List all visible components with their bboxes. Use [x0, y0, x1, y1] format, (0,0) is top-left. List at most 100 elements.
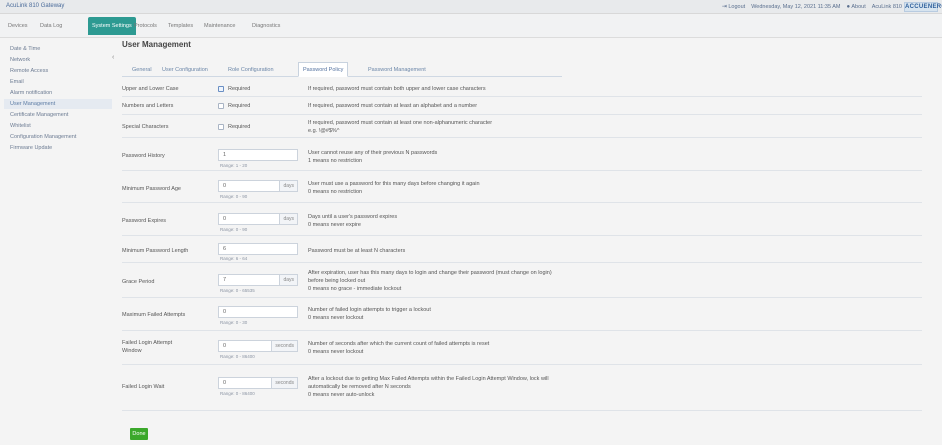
range-hint: Range: 6 - 64	[220, 256, 248, 261]
nav-templates[interactable]: Templates	[168, 20, 193, 32]
input-value: 6	[223, 246, 227, 252]
input-value: 0	[223, 216, 227, 222]
nav-maintenance[interactable]: Maintenance	[204, 20, 236, 32]
field-description-note: 0 means never auto-unlock	[308, 392, 375, 398]
nav-data-log[interactable]: Data Log	[40, 20, 62, 32]
tab-general[interactable]: General	[132, 64, 152, 76]
field-description-cont: before being locked out	[308, 278, 366, 284]
unit-label: seconds	[271, 378, 297, 388]
checkbox-label: Required	[228, 86, 251, 92]
row-special-characters: Special Characters Required If required,…	[122, 116, 922, 138]
field-label: Minimum Password Age	[122, 186, 181, 192]
brand-logo: ACCUENERGY	[904, 2, 942, 12]
numbers-letters-checkbox[interactable]	[218, 103, 224, 109]
range-hint: Range: 0 - 86400	[220, 391, 255, 396]
field-description-note: 1 means no restriction	[308, 158, 363, 164]
field-description-note: 0 means never lockout	[308, 349, 364, 355]
unit-label: days	[279, 214, 297, 224]
field-label: Grace Period	[122, 279, 155, 285]
row-min-password-age: Minimum Password Age 0 days Range: 0 - 90…	[122, 172, 922, 203]
field-label: Password History	[122, 153, 165, 159]
row-failed-login-wait: Failed Login Wait 0 seconds Range: 0 - 86…	[122, 366, 922, 411]
sidebar-item-configuration-management[interactable]: Configuration Management	[10, 132, 76, 142]
input-value: 1	[223, 152, 227, 158]
sidebar-item-alarm-notification[interactable]: Alarm notification	[10, 88, 52, 98]
sidebar-item-network[interactable]: Network	[10, 55, 30, 65]
failed-login-window-input[interactable]: 0 seconds	[218, 340, 298, 352]
field-description-note: 0 means no grace - immediate lockout	[308, 286, 402, 292]
checkbox-label: Required	[228, 103, 251, 109]
input-value: 0	[223, 309, 227, 315]
main-content: User Management General User Configurati…	[118, 38, 942, 445]
top-right-bar: ⇥ Logout Wednesday, May 12, 2021 11:35 A…	[722, 3, 902, 11]
password-expires-input[interactable]: 0 days	[218, 213, 298, 225]
nav-system-settings[interactable]: System Settings	[88, 17, 136, 35]
row-failed-login-window: Failed Login Attempt Window 0 seconds Ran…	[122, 332, 922, 365]
unit-label: seconds	[271, 341, 297, 351]
sidebar-item-certificate-management[interactable]: Certificate Management	[10, 110, 68, 120]
min-password-age-input[interactable]: 0 days	[218, 180, 298, 192]
nav-protocols[interactable]: Protocols	[134, 20, 157, 32]
nav-diagnostics[interactable]: Diagnostics	[252, 20, 280, 32]
row-password-history: Password History 1 Range: 1 - 20 User ca…	[122, 139, 922, 171]
failed-login-wait-input[interactable]: 0 seconds	[218, 377, 298, 389]
row-password-expires: Password Expires 0 days Range: 0 - 90 Day…	[122, 204, 922, 236]
tab-user-configuration[interactable]: User Configuration	[162, 64, 208, 76]
tab-bar: General User Configuration Role Configur…	[122, 62, 562, 77]
range-hint: Range: 0 - 86400	[220, 354, 255, 359]
field-label: Special Characters	[122, 124, 169, 130]
page-title: User Management	[122, 40, 191, 49]
field-description: After expiration, user has this many day…	[308, 270, 552, 276]
row-grace-period: Grace Period 7 days Range: 0 - 65535 Afte…	[122, 264, 922, 298]
grace-period-input[interactable]: 7 days	[218, 274, 298, 286]
range-hint: Range: 0 - 90	[220, 194, 248, 199]
input-value: 7	[223, 277, 227, 283]
field-description: If required, password must contain both …	[308, 86, 486, 92]
about-label: About	[851, 3, 866, 10]
row-numbers-letters: Numbers and Letters Required If required…	[122, 98, 922, 115]
row-upper-lower: Upper and Lower Case Required If require…	[122, 81, 922, 97]
done-button[interactable]: Done	[130, 428, 148, 440]
field-label: Maximum Failed Attempts	[122, 312, 186, 318]
tab-password-management[interactable]: Password Management	[368, 64, 426, 76]
input-value: 0	[223, 380, 227, 386]
unit-label: days	[279, 181, 297, 191]
field-label: Minimum Password Length	[122, 248, 189, 254]
logout-label: Logout	[728, 4, 746, 10]
special-characters-checkbox[interactable]	[218, 124, 224, 130]
field-label-cont: Window	[122, 348, 142, 354]
min-password-length-input[interactable]: 6	[218, 243, 298, 255]
tab-role-configuration[interactable]: Role Configuration	[228, 64, 274, 76]
field-description: If required, password must contain at le…	[308, 120, 493, 126]
title-bar: AcuLink 810 Gateway ⇥ Logout Wednesday, …	[0, 0, 942, 14]
sidebar-item-date-time[interactable]: Date & Time	[10, 44, 40, 54]
upper-lower-checkbox[interactable]	[218, 86, 224, 92]
field-label: Numbers and Letters	[122, 103, 174, 109]
collapse-icon[interactable]: ‹	[112, 54, 114, 61]
about-link[interactable]: ● About	[846, 4, 865, 10]
field-description-note: 0 means no restriction	[308, 189, 363, 195]
range-hint: Range: 0 - 90	[220, 227, 248, 232]
nav-devices[interactable]: Devices	[8, 20, 28, 32]
range-hint: Range: 0 - 65535	[220, 288, 255, 293]
sidebar-item-firmware-update[interactable]: Firmware Update	[10, 143, 52, 153]
row-min-password-length: Minimum Password Length 6 Range: 6 - 64 …	[122, 237, 922, 263]
field-description-example: e.g. !@#$%^	[308, 128, 340, 134]
password-history-input[interactable]: 1	[218, 149, 298, 161]
tab-password-policy[interactable]: Password Policy	[298, 62, 349, 77]
sidebar-item-remote-access[interactable]: Remote Access	[10, 66, 48, 76]
max-failed-attempts-input[interactable]: 0	[218, 306, 298, 318]
field-description: Days until a user's password expires	[308, 214, 398, 220]
row-max-failed-attempts: Maximum Failed Attempts 0 Range: 0 - 30 …	[122, 299, 922, 331]
field-label: Failed Login Attempt	[122, 340, 173, 346]
field-label: Upper and Lower Case	[122, 86, 179, 92]
sidebar-item-user-management[interactable]: User Management	[4, 99, 112, 109]
logout-link[interactable]: ⇥ Logout	[722, 3, 745, 10]
sidebar-item-email[interactable]: Email	[10, 77, 24, 87]
input-value: 0	[223, 343, 227, 349]
device-name: AcuLink 810	[871, 3, 902, 10]
field-description: User cannot reuse any of their previous …	[308, 150, 438, 156]
range-hint: Range: 1 - 20	[220, 163, 248, 168]
field-description: If required, password must contain at le…	[308, 103, 478, 109]
sidebar-item-whitelist[interactable]: Whitelist	[10, 121, 31, 131]
